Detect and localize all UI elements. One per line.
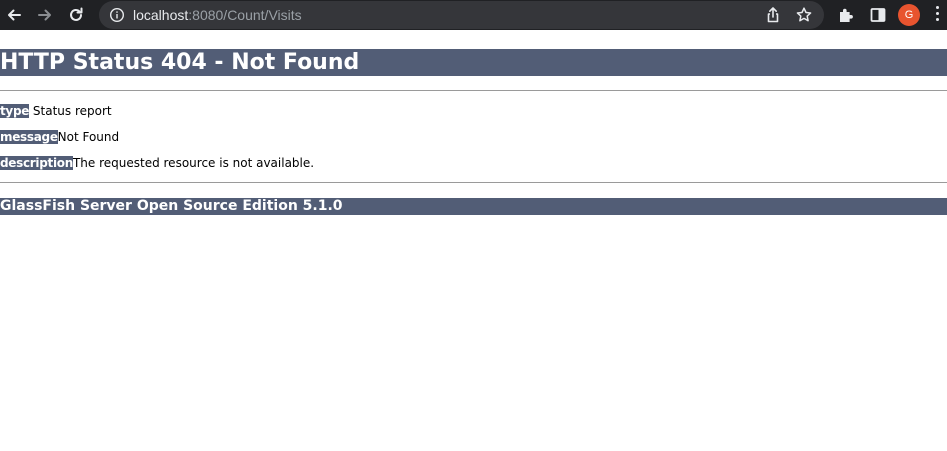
info-row-description: descriptionThe requested resource is not… — [0, 156, 314, 171]
extensions-puzzle-icon — [837, 6, 855, 24]
divider — [0, 90, 947, 91]
reload-button[interactable] — [64, 3, 88, 27]
bookmark-button[interactable] — [795, 6, 813, 24]
row-value: Status report — [29, 104, 112, 118]
page-title: HTTP Status 404 - Not Found — [0, 49, 947, 76]
back-arrow-icon — [5, 6, 23, 24]
info-icon[interactable] — [109, 7, 125, 23]
row-key: message — [0, 130, 58, 144]
share-icon — [764, 6, 782, 24]
browser-menu-button[interactable] — [936, 6, 940, 24]
forward-button[interactable] — [33, 3, 57, 27]
server-footer: GlassFish Server Open Source Edition 5.1… — [0, 198, 947, 215]
url-path: :8080/Count/Visits — [188, 7, 302, 23]
row-key: description — [0, 156, 73, 170]
side-panel-icon — [869, 6, 887, 24]
profile-avatar[interactable]: G — [898, 4, 920, 26]
url-host: localhost — [133, 7, 189, 23]
info-row-message: messageNot Found — [0, 130, 119, 145]
row-value: The requested resource is not available. — [72, 156, 315, 170]
error-page: HTTP Status 404 - Not Found type Status … — [0, 30, 947, 451]
address-url[interactable]: localhost:8080/Count/Visits — [133, 7, 302, 23]
row-key: type — [0, 104, 30, 118]
browser-toolbar: localhost:8080/Count/Visits G — [0, 0, 947, 30]
back-button[interactable] — [2, 3, 26, 27]
info-row-type: type Status report — [0, 104, 112, 119]
share-button[interactable] — [764, 6, 782, 24]
extensions-button[interactable] — [834, 3, 858, 27]
kebab-menu-icon — [936, 6, 940, 21]
forward-arrow-icon — [36, 6, 54, 24]
side-panel-button[interactable] — [866, 3, 890, 27]
bookmark-star-icon — [795, 6, 813, 24]
row-value: Not Found — [57, 130, 120, 144]
divider — [0, 182, 947, 183]
reload-icon — [67, 6, 85, 24]
address-bar[interactable]: localhost:8080/Count/Visits — [99, 1, 824, 29]
